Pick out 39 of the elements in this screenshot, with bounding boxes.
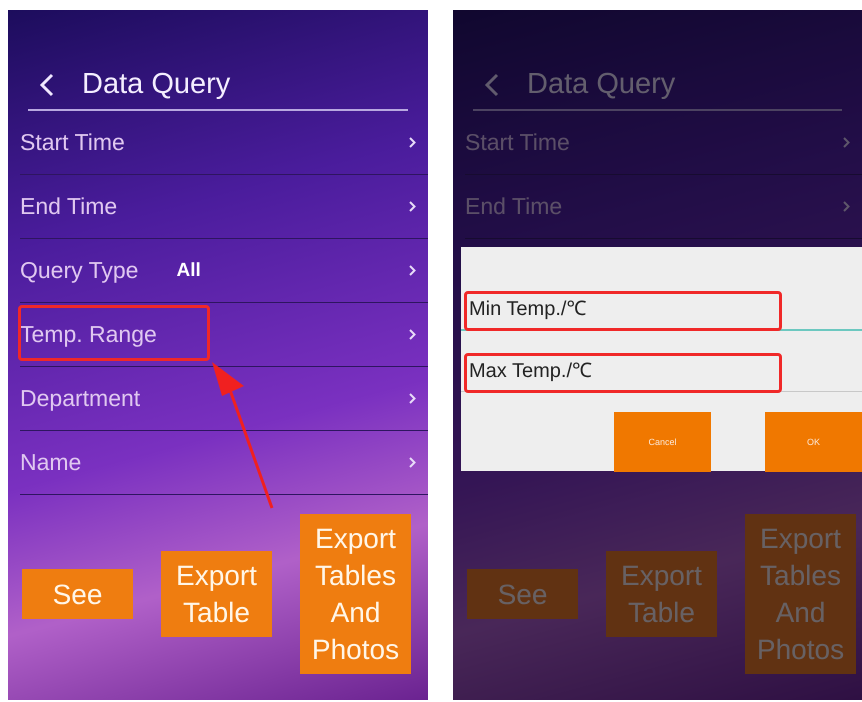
filter-row[interactable]: Temp. Range	[20, 303, 428, 367]
filter-row[interactable]: Name	[20, 431, 428, 495]
filter-row[interactable]: Query Type All	[20, 239, 428, 303]
chevron-icon	[409, 201, 416, 212]
filter-row[interactable]: Start Time	[465, 111, 862, 175]
row-label: Query Type	[20, 257, 138, 284]
cancel-button[interactable]: Cancel	[614, 412, 711, 472]
screen-title: Data Query	[527, 68, 676, 101]
row-label: Temp. Range	[20, 321, 157, 348]
back-chevron-icon	[40, 72, 54, 96]
row-label: End Time	[20, 193, 118, 220]
input-field[interactable]: Max Temp./℃	[461, 351, 862, 392]
chevron-icon	[409, 265, 416, 276]
filter-row[interactable]: End Time	[465, 175, 862, 239]
filter-row[interactable]: Start Time	[20, 111, 428, 175]
chevron-icon	[409, 329, 416, 340]
back-button[interactable]	[40, 72, 54, 96]
filter-row[interactable]: End Time	[20, 175, 428, 239]
chevron-icon	[843, 201, 850, 212]
row-label: Name	[20, 449, 82, 476]
chevron-icon	[409, 393, 416, 404]
screen-title: Data Query	[82, 68, 230, 101]
row-label: Start Time	[465, 129, 570, 156]
export-button[interactable]: Export Tables And Photos	[745, 514, 856, 674]
export-button[interactable]: Export Table	[606, 551, 717, 637]
ok-button[interactable]: OK	[765, 412, 862, 472]
row-value: All	[176, 260, 201, 282]
chevron-icon	[843, 137, 850, 148]
back-chevron-icon	[485, 72, 499, 96]
see-button[interactable]: See	[467, 569, 578, 619]
export-button[interactable]: Export Tables And Photos	[300, 514, 411, 674]
chevron-icon	[409, 457, 416, 468]
chevron-icon	[409, 137, 416, 148]
input-field[interactable]: Min Temp./℃	[461, 289, 862, 331]
row-label: Start Time	[20, 129, 125, 156]
row-label: Department	[20, 385, 140, 412]
row-label: End Time	[465, 193, 562, 220]
export-button[interactable]: Export Table	[161, 551, 272, 637]
see-button[interactable]: See	[22, 569, 133, 619]
